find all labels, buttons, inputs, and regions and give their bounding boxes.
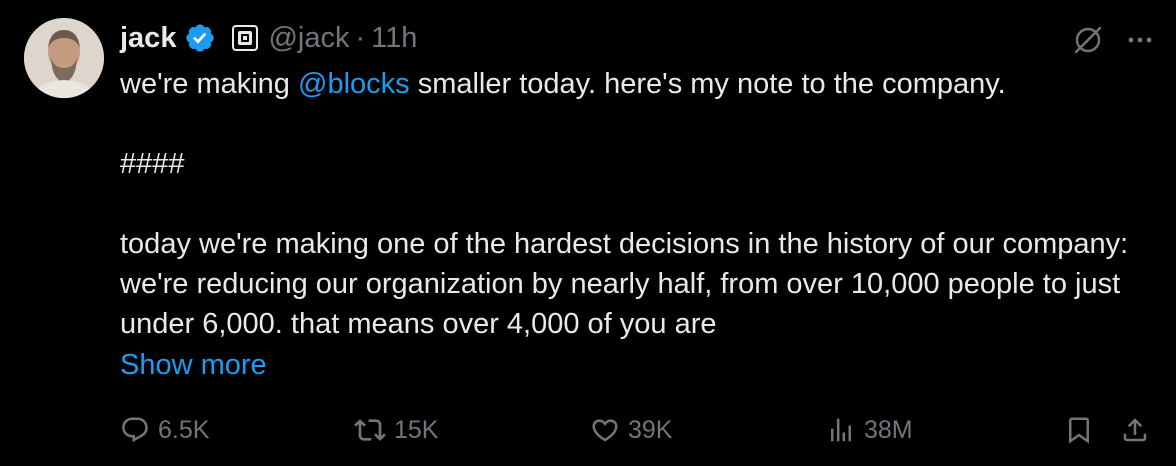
header-separator: · [355, 21, 366, 54]
verified-badge-icon[interactable] [184, 22, 216, 54]
views-button[interactable]: 38M [826, 408, 913, 452]
repost-icon [354, 414, 386, 446]
share-icon [1120, 415, 1150, 445]
text-fragment: we're making [120, 68, 298, 100]
reply-button[interactable]: 6.5K [120, 408, 209, 452]
author-handle[interactable]: @jack [268, 22, 349, 55]
views-icon [826, 415, 856, 445]
mention-link[interactable]: @blocks [298, 68, 410, 100]
square-logo-icon[interactable] [232, 25, 259, 51]
more-options-icon[interactable] [1126, 26, 1154, 54]
reply-count: 6.5K [158, 415, 210, 444]
text-fragment: smaller today. here's my note to the com… [409, 68, 1006, 100]
tweet-action-bar: 6.5K 15K 39K 38M [120, 408, 1156, 452]
tweet[interactable]: jack @jack · 11h we're making @blocks sm… [0, 0, 1176, 466]
tweet-timestamp[interactable]: 11h [371, 22, 417, 55]
tweet-text-paragraph: today we're making one of the hardest de… [120, 228, 1129, 340]
tweet-text: we're making @blocks smaller today. here… [120, 64, 1150, 344]
reply-icon [120, 415, 150, 445]
like-icon [590, 415, 620, 445]
tweet-text-divider: #### [120, 148, 185, 180]
avatar[interactable] [24, 18, 104, 98]
author-display-name[interactable]: jack [120, 22, 176, 55]
share-button[interactable] [1120, 408, 1150, 452]
tweet-text-line1: we're making @blocks smaller today. here… [120, 64, 1150, 104]
repost-count: 15K [394, 415, 439, 444]
grok-icon[interactable] [1070, 22, 1106, 58]
like-button[interactable]: 39K [590, 408, 672, 452]
tweet-header: jack @jack · 11h [120, 18, 417, 58]
bookmark-button[interactable] [1064, 408, 1094, 452]
views-count: 38M [864, 415, 913, 444]
bookmark-icon [1064, 415, 1094, 445]
repost-button[interactable]: 15K [354, 408, 438, 452]
show-more-link[interactable]: Show more [120, 345, 267, 385]
like-count: 39K [628, 415, 673, 444]
tweet-top-actions [1070, 22, 1154, 58]
